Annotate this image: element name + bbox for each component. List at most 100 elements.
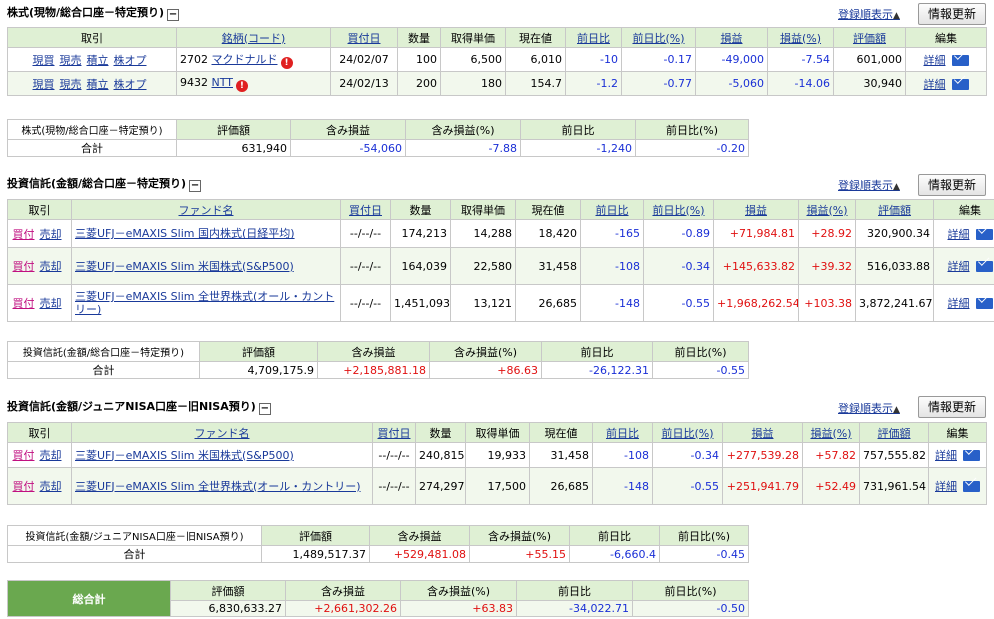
sell-link[interactable]: 売却 (40, 297, 62, 310)
collapse-toggle-icon[interactable]: − (189, 180, 202, 192)
grand-total-table: 総合計 評価額 含み損益 含み損益(%) 前日比 前日比(%) 6,830,63… (7, 580, 749, 617)
funds-nisa-section-title: 投資信託(金額/ジュニアNISA口座－旧NISA預り) − (7, 400, 271, 415)
mail-icon[interactable] (963, 481, 980, 492)
detail-link[interactable]: 詳細 (924, 54, 946, 67)
table-row: 買付 売却 三菱UFJ－eMAXIS Slim 全世界株式(オール・カントリー) … (7, 284, 994, 322)
buy-link[interactable]: 買付 (13, 228, 35, 241)
fund-link[interactable]: 三菱UFJ－eMAXIS Slim 全世界株式(オール・カントリー) (75, 480, 361, 493)
detail-link[interactable]: 詳細 (948, 260, 970, 273)
buy-date: 24/02/13 (330, 71, 398, 96)
header-sort-value[interactable]: 評価額 (855, 199, 934, 220)
header-sort-value[interactable]: 評価額 (833, 27, 906, 48)
unit-cost: 13,121 (450, 284, 516, 322)
header-sort-date[interactable]: 買付日 (372, 422, 416, 443)
summary-header: 含み損益(%) (429, 341, 542, 362)
header-sort-date[interactable]: 買付日 (340, 199, 391, 220)
header-sort-chg-pct[interactable]: 前日比(%) (621, 27, 696, 48)
stock-option-link[interactable]: 株オプ (114, 54, 147, 67)
sort-order-link[interactable]: 登録順表示▲ (838, 177, 900, 193)
fund-link[interactable]: 三菱UFJ－eMAXIS Slim 国内株式(日経平均) (75, 227, 295, 240)
mail-icon[interactable] (951, 54, 969, 66)
accumulate-link[interactable]: 積立 (87, 78, 109, 91)
header-price: 現在値 (505, 27, 566, 48)
mail-icon[interactable] (975, 228, 993, 240)
table-row: 買付 売却 三菱UFJ－eMAXIS Slim 全世界株式(オール・カントリー) … (7, 467, 987, 505)
detail-link[interactable]: 詳細 (948, 228, 970, 241)
refresh-button[interactable]: 情報更新 (918, 174, 986, 196)
quantity: 200 (397, 71, 441, 96)
stock-option-link[interactable]: 株オプ (114, 78, 147, 91)
sell-link[interactable]: 売却 (40, 228, 62, 241)
day-change: -1.2 (565, 71, 622, 96)
buy-link[interactable]: 買付 (13, 297, 35, 310)
summary-header: 前日比(%) (635, 119, 749, 140)
mail-icon[interactable] (975, 298, 993, 309)
accumulate-link[interactable]: 積立 (87, 54, 109, 67)
sell-link[interactable]: 売却 (40, 480, 62, 493)
header-edit: 編集 (905, 27, 987, 48)
header-sort-fund-name[interactable]: ファンド名 (71, 422, 373, 443)
security-link[interactable]: マクドナルド (212, 53, 278, 66)
summary-day-change: -6,660.4 (569, 545, 660, 563)
grand-total-header: 含み損益 (285, 580, 401, 601)
buy-link[interactable]: 現買 (33, 54, 55, 67)
header-sort-chg-pct[interactable]: 前日比(%) (652, 422, 723, 443)
sell-link[interactable]: 現売 (60, 78, 82, 91)
header-sort-pl-pct[interactable]: 損益(%) (798, 199, 856, 220)
day-change: -108 (592, 442, 653, 468)
header-sort-pl[interactable]: 損益 (713, 199, 799, 220)
refresh-button[interactable]: 情報更新 (918, 3, 986, 25)
sort-order-link[interactable]: 登録順表示▲ (838, 400, 900, 416)
summary-label: 投資信託(金額/ジュニアNISA口座－旧NISA預り) (7, 525, 262, 546)
sell-link[interactable]: 売却 (40, 260, 62, 273)
refresh-button[interactable]: 情報更新 (918, 396, 986, 418)
detail-link[interactable]: 詳細 (924, 78, 946, 91)
header-sort-pl-pct[interactable]: 損益(%) (802, 422, 860, 443)
mail-icon[interactable] (975, 261, 993, 272)
triangle-up-icon: ▲ (893, 405, 900, 415)
funds-specific-table: 取引 ファンド名 買付日 数量 取得単価 現在値 前日比 前日比(%) 損益 損… (7, 199, 994, 322)
collapse-toggle-icon[interactable]: − (258, 403, 271, 415)
edit-cell: 詳細 (933, 284, 994, 322)
alert-icon[interactable]: ! (280, 56, 293, 69)
detail-link[interactable]: 詳細 (935, 449, 957, 462)
header-sort-chg-pct[interactable]: 前日比(%) (643, 199, 714, 220)
day-change-pct: -0.77 (621, 71, 696, 96)
fund-link[interactable]: 三菱UFJ－eMAXIS Slim 米国株式(S&P500) (75, 260, 294, 273)
header-price: 現在値 (529, 422, 593, 443)
header-sort-date[interactable]: 買付日 (330, 27, 398, 48)
quantity: 1,451,093 (390, 284, 451, 322)
buy-link[interactable]: 買付 (13, 480, 35, 493)
header-sort-pl-pct[interactable]: 損益(%) (767, 27, 834, 48)
mail-icon[interactable] (963, 450, 980, 461)
header-sort-fund-name[interactable]: ファンド名 (71, 199, 341, 220)
security-link[interactable]: NTT (212, 76, 233, 89)
detail-link[interactable]: 詳細 (948, 297, 970, 310)
sell-link[interactable]: 売却 (40, 449, 62, 462)
header-sort-name[interactable]: 銘柄(コード) (176, 27, 331, 48)
header-sort-chg[interactable]: 前日比 (592, 422, 653, 443)
buy-link[interactable]: 買付 (13, 449, 35, 462)
funds-specific-section-title: 投資信託(金額/総合口座－特定預り) − (7, 177, 202, 192)
summary-day-change-pct: -0.20 (635, 139, 749, 157)
fund-cell: 三菱UFJ－eMAXIS Slim 米国株式(S&P500) (71, 442, 373, 468)
buy-link[interactable]: 買付 (13, 260, 35, 273)
header-sort-chg[interactable]: 前日比 (580, 199, 644, 220)
buy-link[interactable]: 現買 (33, 78, 55, 91)
grand-total-header: 前日比 (516, 580, 633, 601)
grand-total-unrealized-pl-pct: +63.83 (400, 600, 517, 617)
collapse-toggle-icon[interactable]: − (167, 9, 180, 21)
fund-link[interactable]: 三菱UFJ－eMAXIS Slim 全世界株式(オール・カントリー) (75, 290, 334, 316)
alert-icon[interactable]: ! (235, 79, 248, 92)
fund-link[interactable]: 三菱UFJ－eMAXIS Slim 米国株式(S&P500) (75, 449, 294, 462)
mail-icon[interactable] (951, 78, 969, 90)
sort-order-link[interactable]: 登録順表示▲ (838, 6, 900, 22)
current-price: 31,458 (515, 247, 581, 285)
summary-row: 合計 631,940 -54,060 -7.88 -1,240 -0.20 (7, 139, 749, 157)
header-sort-pl[interactable]: 損益 (722, 422, 803, 443)
detail-link[interactable]: 詳細 (935, 480, 957, 493)
header-sort-chg[interactable]: 前日比 (565, 27, 622, 48)
header-sort-value[interactable]: 評価額 (859, 422, 929, 443)
sell-link[interactable]: 現売 (60, 54, 82, 67)
header-sort-pl[interactable]: 損益 (695, 27, 768, 48)
